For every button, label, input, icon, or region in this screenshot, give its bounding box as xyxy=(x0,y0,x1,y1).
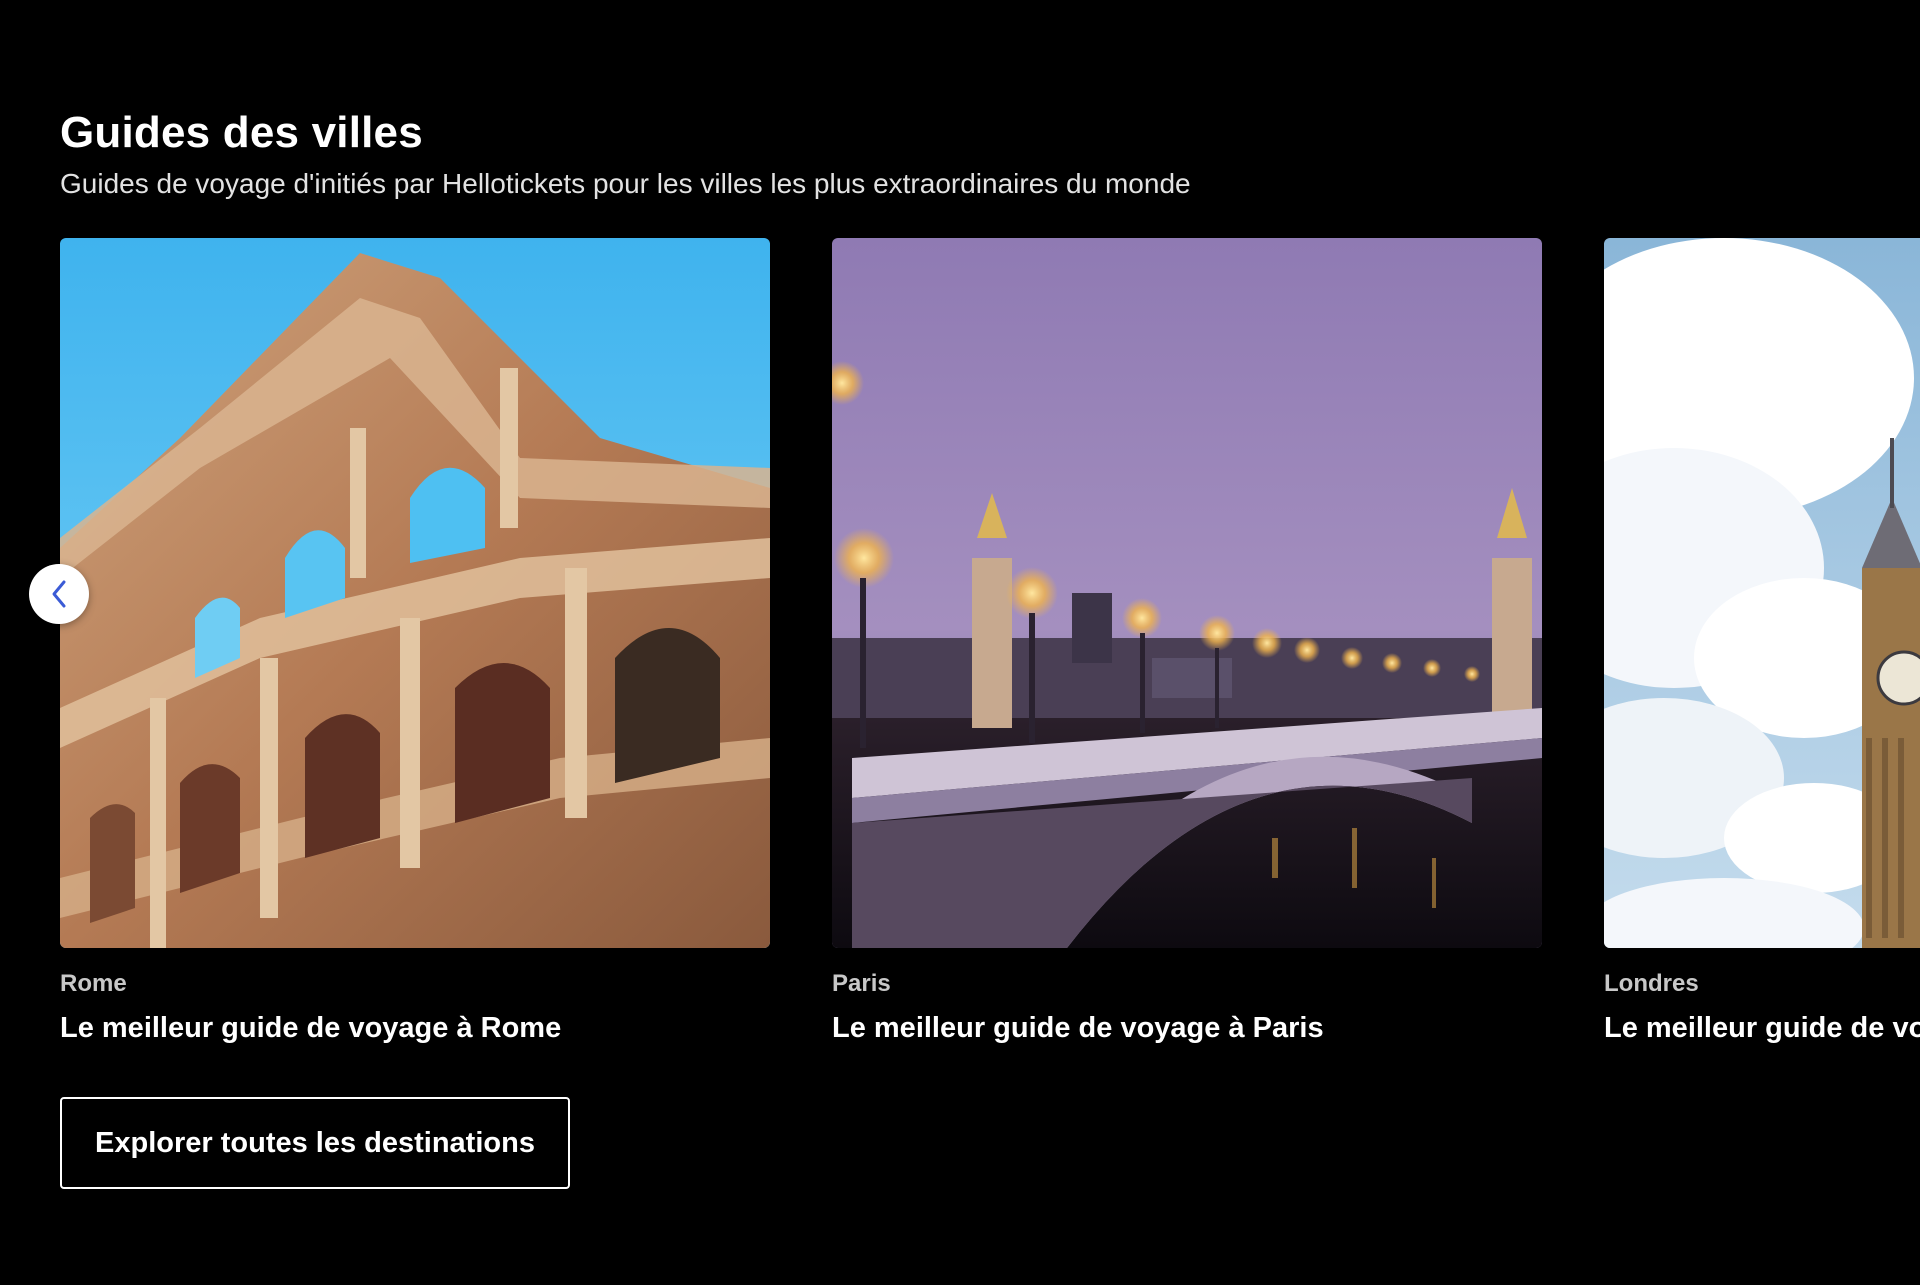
city-card-londres[interactable]: Londres Le meilleur guide de voyage à Lo… xyxy=(1604,238,1920,1045)
city-card-rome[interactable]: Rome Le meilleur guide de voyage à Rome xyxy=(60,238,770,1045)
city-card-city-rome: Rome xyxy=(60,970,127,997)
colosseum-photo xyxy=(60,238,770,948)
city-card-city-londres: Londres xyxy=(1604,970,1699,997)
city-card-image-rome[interactable] xyxy=(60,238,770,948)
carousel-prev-button[interactable] xyxy=(29,564,89,624)
section-subtitle: Guides de voyage d'initiés par Hellotick… xyxy=(60,168,1191,199)
city-card-paris[interactable]: Paris Le meilleur guide de voyage à Pari… xyxy=(832,238,1542,1045)
city-card-title-paris[interactable]: Le meilleur guide de voyage à Paris xyxy=(832,1012,1542,1045)
big-ben-photo xyxy=(1604,238,1920,948)
city-card-city-paris: Paris xyxy=(832,970,891,997)
city-card-image-londres[interactable] xyxy=(1604,238,1920,948)
chevron-left-icon xyxy=(52,580,66,608)
city-guides-section: Guides des villes Guides de voyage d'ini… xyxy=(0,0,1920,1285)
city-card-title-rome[interactable]: Le meilleur guide de voyage à Rome xyxy=(60,1012,770,1045)
city-guides-carousel: Rome Le meilleur guide de voyage à Rome xyxy=(0,238,1920,1058)
section-title: Guides des villes xyxy=(60,108,423,157)
city-card-image-paris[interactable] xyxy=(832,238,1542,948)
explore-all-destinations-button[interactable]: Explorer toutes les destinations xyxy=(60,1097,570,1189)
pont-alexandre-iii-photo xyxy=(832,238,1542,948)
city-card-title-londres[interactable]: Le meilleur guide de voyage à Londres xyxy=(1604,1012,1920,1045)
